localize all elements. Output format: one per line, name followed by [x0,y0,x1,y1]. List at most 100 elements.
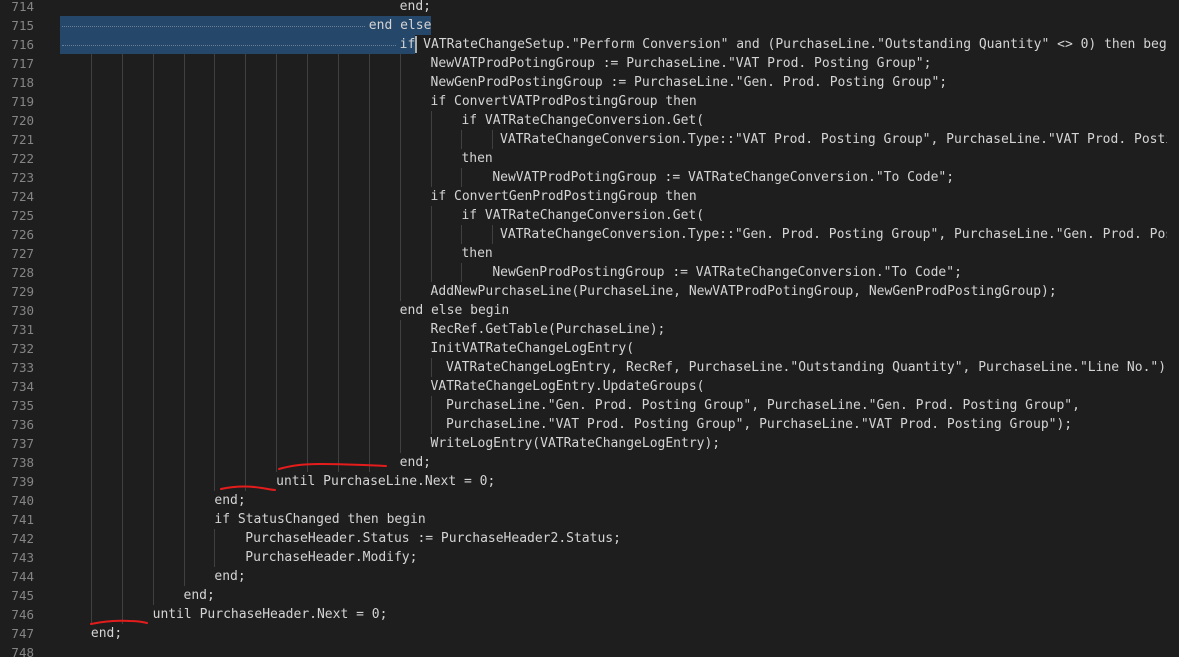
indent-guide [461,130,463,149]
code-line[interactable]: if StatusChanged then begin [214,510,425,529]
indent-guide [183,73,185,92]
code-line[interactable]: if VATRateChangeConversion.Get( [461,206,704,225]
indent-guide [337,130,339,149]
indent-guide [245,263,247,282]
indent-guide [121,187,123,206]
code-line[interactable]: end; [184,586,215,605]
code-line[interactable]: if ConvertGenProdPostingGroup then [431,187,697,206]
indent-guide [337,453,339,472]
code-line[interactable]: end; [214,491,245,510]
indent-guide [90,377,92,396]
code-line[interactable]: until PurchaseLine.Next = 0; [276,472,495,491]
code-area[interactable]: end; end else if VATRateChangeSetup."Perfo… [60,0,1179,657]
line-number: 719 [11,94,34,109]
indent-guide [214,434,216,453]
code-line[interactable]: WriteLogEntry(VATRateChangeLogEntry); [431,434,721,453]
code-line[interactable]: PurchaseHeader.Status := PurchaseHeader2… [245,529,621,548]
code-line[interactable]: PurchaseHeader.Modify; [245,548,417,567]
indent-guide [152,415,154,434]
indent-guide [430,111,432,130]
line-number: 734 [11,379,34,394]
indent-guide [337,301,339,320]
code-editor[interactable]: 714 715 716 717 718 719 720 721 722 723 724 725 726 7… [0,0,1179,657]
indent-guide [90,320,92,339]
code-line[interactable]: end; [91,624,122,643]
code-line[interactable]: then [461,149,492,168]
indent-guide [276,54,278,73]
code-line[interactable]: RecRef.GetTable(PurchaseLine); [431,320,666,339]
vertical-scrollbar[interactable] [1167,0,1179,657]
code-line[interactable]: end; [400,453,431,472]
code-line[interactable]: if VATRateChangeSetup."Perform Conversio… [400,35,1179,54]
indent-guide [307,358,309,377]
indent-guide [90,225,92,244]
line-number-gutter: 714 715 716 717 718 719 720 721 722 723 724 725 726 7… [0,0,60,657]
code-line[interactable]: if VATRateChangeConversion.Get( [461,111,704,130]
indent-guide [152,529,154,548]
code-line[interactable]: end; [214,567,245,586]
code-line[interactable]: AddNewPurchaseLine(PurchaseLine, NewVATP… [431,282,1057,301]
indent-guide [90,567,92,586]
indent-guide [276,339,278,358]
indent-guide [307,92,309,111]
indent-guide [152,434,154,453]
indent-guide [245,73,247,92]
line-number: 743 [11,550,34,565]
indent-guide [90,339,92,358]
indent-guide [121,510,123,529]
code-line[interactable]: PurchaseLine."VAT Prod. Posting Group", … [446,415,1072,434]
code-line[interactable]: NewVATProdPotingGroup := VATRateChangeCo… [492,168,954,187]
indent-guide [307,168,309,187]
indent-guide [399,320,401,339]
indent-guide [368,73,370,92]
indent-guide [90,415,92,434]
code-line[interactable]: NewVATProdPotingGroup := PurchaseLine."V… [431,54,932,73]
indent-guide [307,130,309,149]
indent-guide [307,453,309,472]
indent-guide [276,149,278,168]
line-number: 718 [11,75,34,90]
indent-guide [90,358,92,377]
indent-guide [337,225,339,244]
code-line[interactable]: then [461,244,492,263]
code-line[interactable]: NewGenProdPostingGroup := VATRateChangeC… [492,263,962,282]
indent-guide [152,73,154,92]
indent-guide [399,358,401,377]
indent-guide [90,282,92,301]
indent-guide [307,149,309,168]
indent-guide [368,206,370,225]
code-line[interactable]: VATRateChangeLogEntry, RecRef, PurchaseL… [446,358,1174,377]
indent-guide [183,206,185,225]
indent-guide [307,301,309,320]
indent-guide [183,567,185,586]
indent-guide [183,377,185,396]
indent-guide [245,130,247,149]
code-line[interactable]: VATRateChangeConversion.Type::"Gen. Prod… [500,225,1179,244]
indent-guide [245,282,247,301]
indent-guide [399,111,401,130]
indent-guide [214,377,216,396]
line-number: 745 [11,588,34,603]
indent-guide [183,415,185,434]
code-line[interactable]: if ConvertVATProdPostingGroup then [431,92,697,111]
code-line[interactable]: until PurchaseHeader.Next = 0; [153,605,388,624]
code-line[interactable]: NewGenProdPostingGroup := PurchaseLine."… [431,73,948,92]
indent-guide [183,244,185,263]
code-line[interactable]: InitVATRateChangeLogEntry( [431,339,635,358]
indent-guide [121,225,123,244]
code-line[interactable]: VATRateChangeLogEntry.UpdateGroups( [431,377,705,396]
indent-guide [492,225,494,244]
code-line[interactable]: end else [369,16,432,35]
indent-guide [121,320,123,339]
line-number: 742 [11,531,34,546]
line-number: 735 [11,398,34,413]
code-line[interactable]: PurchaseLine."Gen. Prod. Posting Group",… [446,396,1080,415]
code-line[interactable]: end; [400,0,431,16]
indent-guide [368,111,370,130]
code-line[interactable]: VATRateChangeConversion.Type::"VAT Prod.… [500,130,1179,149]
line-number: 728 [11,265,34,280]
indent-guide [399,244,401,263]
code-line[interactable]: end else begin [400,301,510,320]
line-number: 715 [11,18,34,33]
indent-guide [121,586,123,605]
